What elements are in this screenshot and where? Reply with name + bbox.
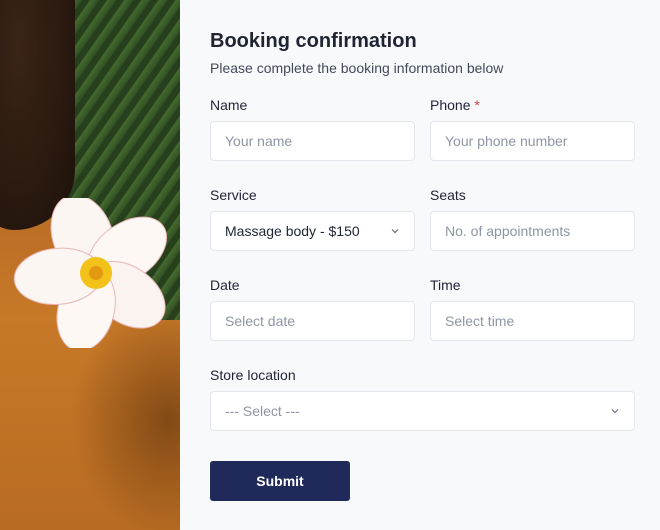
required-marker: * (474, 97, 480, 113)
time-label: Time (430, 277, 461, 293)
booking-card: Booking confirmation Please complete the… (0, 0, 660, 530)
name-label: Name (210, 97, 247, 113)
chevron-down-icon (390, 226, 400, 236)
time-input[interactable] (445, 313, 620, 329)
name-field-wrapper (210, 121, 415, 161)
time-label-text: Time (430, 277, 461, 293)
location-label-text: Store location (210, 367, 296, 383)
service-select[interactable]: Massage body - $150 (210, 211, 415, 251)
service-label: Service (210, 187, 257, 203)
location-label: Store location (210, 367, 296, 383)
spa-photo (0, 0, 180, 530)
phone-label: Phone * (430, 97, 480, 113)
location-select[interactable]: --- Select --- (210, 391, 635, 431)
phone-label-text: Phone (430, 97, 471, 113)
service-selected-value: Massage body - $150 (225, 223, 360, 239)
seats-label: Seats (430, 187, 466, 203)
chevron-down-icon (610, 406, 620, 416)
hair-graphic (0, 0, 75, 230)
seats-input[interactable] (445, 223, 620, 239)
plumeria-flower-icon (13, 198, 168, 348)
phone-input[interactable] (445, 133, 620, 149)
page-title: Booking confirmation (210, 30, 417, 52)
date-label: Date (210, 277, 240, 293)
submit-button[interactable]: Submit (210, 461, 350, 501)
name-label-text: Name (210, 97, 248, 113)
date-input[interactable] (225, 313, 400, 329)
time-field-wrapper (430, 301, 635, 341)
name-input[interactable] (225, 133, 400, 149)
location-selected-value: --- Select --- (225, 403, 300, 419)
page-subtitle: Please complete the booking information … (210, 60, 504, 76)
booking-form: Booking confirmation Please complete the… (180, 0, 660, 530)
seats-label-text: Seats (430, 187, 466, 203)
phone-field-wrapper (430, 121, 635, 161)
date-label-text: Date (210, 277, 240, 293)
date-field-wrapper (210, 301, 415, 341)
service-label-text: Service (210, 187, 257, 203)
seats-field-wrapper (430, 211, 635, 251)
